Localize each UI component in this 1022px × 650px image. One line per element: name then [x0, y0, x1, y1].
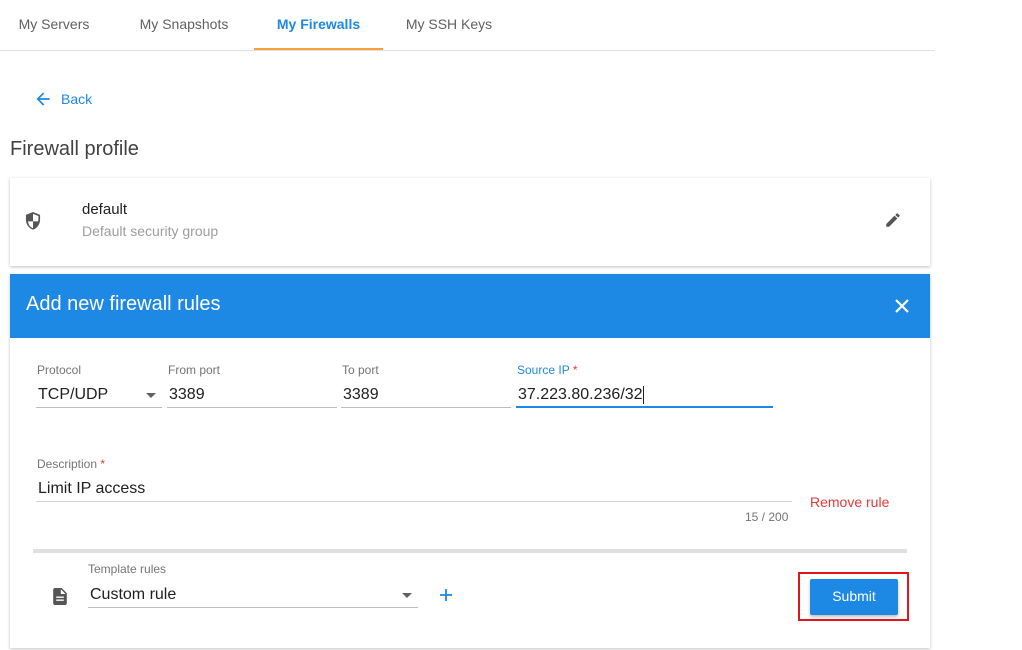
template-rules-label: Template rules	[88, 562, 167, 576]
required-mark: *	[100, 457, 106, 471]
chevron-down-icon	[402, 593, 412, 598]
close-icon[interactable]	[894, 298, 910, 314]
description-input[interactable]: Limit IP access	[36, 478, 792, 502]
top-tabs: My Servers My Snapshots My Firewalls My …	[0, 0, 935, 51]
tab-my-snapshots[interactable]: My Snapshots	[124, 0, 244, 50]
chevron-down-icon	[146, 393, 156, 398]
protocol-select[interactable]: TCP/UDP	[36, 384, 162, 408]
protocol-label: Protocol	[37, 363, 82, 377]
dialog-title: Add new firewall rules	[26, 293, 221, 315]
plus-icon[interactable]	[438, 587, 454, 603]
to-port-input[interactable]: 3389	[341, 384, 511, 408]
tab-my-servers[interactable]: My Servers	[0, 0, 108, 50]
dialog-header: Add new firewall rules	[10, 274, 930, 338]
to-port-label: To port	[342, 363, 379, 377]
profile-description: Default security group	[82, 223, 219, 239]
from-port-input[interactable]: 3389	[167, 384, 337, 408]
back-link[interactable]: Back	[36, 89, 92, 109]
description-label: Description *	[37, 457, 105, 471]
to-port-value: 3389	[343, 386, 379, 403]
pencil-icon[interactable]	[884, 211, 902, 229]
profile-card: default Default security group	[10, 178, 930, 266]
description-label-text: Description	[37, 457, 98, 471]
document-icon	[53, 588, 67, 605]
back-label: Back	[61, 91, 93, 107]
add-firewall-rules-dialog: Add new firewall rules Protocol TCP/UDP …	[10, 274, 930, 648]
source-ip-label-text: Source IP	[517, 363, 570, 377]
remove-rule-button[interactable]: Remove rule	[810, 494, 889, 510]
template-rules-select[interactable]: Custom rule	[88, 584, 418, 608]
tab-my-firewalls[interactable]: My Firewalls	[254, 0, 383, 50]
from-port-label: From port	[168, 363, 221, 377]
character-counter: 15 / 200	[745, 510, 789, 524]
text-cursor	[642, 385, 644, 404]
profile-name: default	[82, 201, 128, 218]
page-title: Firewall profile	[10, 138, 139, 160]
source-ip-value: 37.223.80.236/32	[518, 386, 643, 403]
required-mark: *	[572, 363, 578, 377]
submit-button[interactable]: Submit	[810, 579, 898, 615]
source-ip-label: Source IP *	[517, 363, 578, 377]
tab-my-ssh-keys[interactable]: My SSH Keys	[393, 0, 505, 50]
divider	[33, 549, 907, 553]
template-rules-value: Custom rule	[90, 586, 177, 603]
from-port-value: 3389	[169, 386, 205, 403]
protocol-value: TCP/UDP	[38, 386, 109, 403]
arrow-left-icon	[36, 92, 50, 106]
source-ip-input[interactable]: 37.223.80.236/32	[516, 384, 773, 408]
description-value: Limit IP access	[38, 480, 146, 497]
shield-icon	[25, 212, 41, 230]
